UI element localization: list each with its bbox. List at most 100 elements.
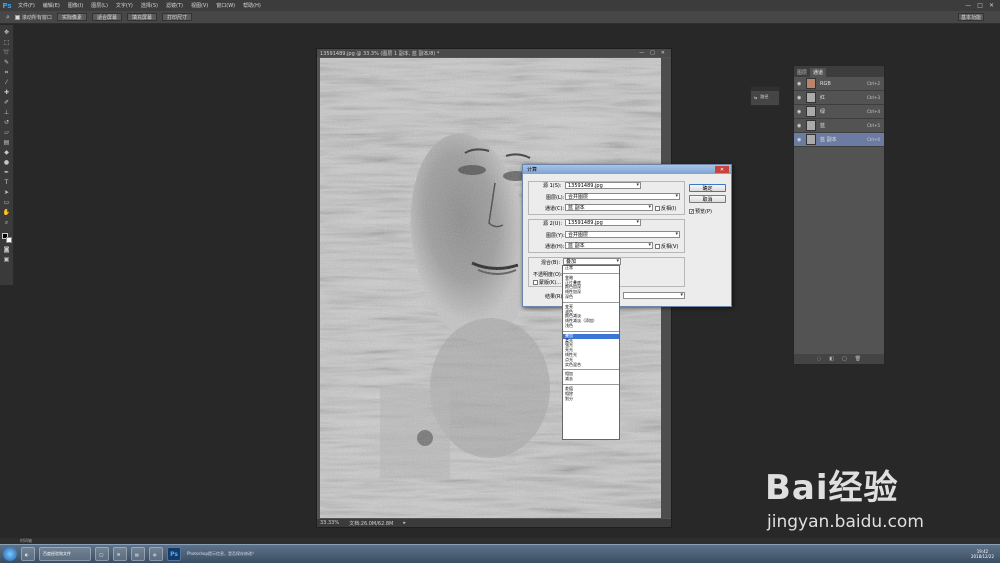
system-clock[interactable]: 19:42 2018/12/22 [971,549,994,559]
preview-checkbox[interactable]: ✓ 预览(P) [689,208,712,215]
dialog-close-button[interactable]: ✕ [715,166,729,173]
blend-mode-select[interactable]: 叠加 [563,258,621,265]
visibility-eye-icon[interactable]: ◉ [797,109,802,115]
crop-tool-icon[interactable]: ⌗ [3,69,11,76]
new-channel-icon[interactable]: ▢ [842,356,847,362]
visibility-eye-icon[interactable]: ◉ [797,81,802,87]
tab-channels[interactable]: 通道 [810,68,827,77]
close-button[interactable]: ✕ [989,2,994,9]
checkbox-box[interactable]: ✓ [689,209,694,215]
delete-channel-icon[interactable]: 🗑 [855,356,861,362]
history-brush-tool-icon[interactable]: ↺ [3,119,11,126]
tab-layers[interactable]: 图层 [794,68,810,77]
eraser-tool-icon[interactable]: ▱ [3,129,11,136]
source1-channel-select[interactable]: 蓝 副本 [565,204,653,211]
menu-edit[interactable]: 编辑(E) [39,2,64,9]
menu-view[interactable]: 视图(V) [187,2,212,9]
menu-help[interactable]: 帮助(H) [239,2,265,9]
start-button[interactable] [3,547,17,561]
source1-layer-select[interactable]: 合并图层 [565,193,680,200]
source1-invert-checkbox[interactable]: 反相(I) [655,205,676,212]
type-tool-icon[interactable]: T [3,179,11,186]
status-arrow-icon[interactable]: ▸ [403,520,406,526]
print-size-button[interactable]: 打印尺寸 [161,13,192,21]
blur-tool-icon[interactable]: ◆ [3,149,11,156]
checkbox-box[interactable] [533,280,538,285]
mask-checkbox[interactable]: 蒙版(K)... [533,279,561,286]
visibility-eye-icon[interactable]: ◉ [797,137,802,143]
blend-option[interactable]: 划分 [563,396,619,402]
document-titlebar[interactable]: 13591489.jpg @ 33.3% (图层 1 副本, 蓝 副本/8) *… [317,49,671,57]
doc-close-button[interactable]: ✕ [661,50,665,56]
channel-row-red[interactable]: ◉ 红 Ctrl+3 [794,91,884,105]
collapsed-paths-panel[interactable]: ⇆ 路径 [750,86,780,106]
source2-layer-select[interactable]: 合并图层 [565,231,680,238]
menu-layer[interactable]: 图层(L) [87,2,112,9]
doc-maximize-button[interactable]: □ [650,50,655,56]
cancel-button[interactable]: 取消 [689,195,726,203]
source2-select[interactable]: 13591489.jpg [565,219,641,226]
lasso-tool-icon[interactable]: ➰ [3,49,11,56]
visibility-eye-icon[interactable]: ◉ [797,123,802,129]
blend-mode-dropdown[interactable]: 正常 变暗 正片叠底 颜色加深 线性加深 深色 变亮 滤色 颜色减淡 线性减淡（… [562,265,620,440]
zoom-tool-icon[interactable]: ⌕ [3,219,11,226]
gradient-tool-icon[interactable]: ▤ [3,139,11,146]
taskbar-window-button[interactable]: 百度经验和文件 [39,547,91,561]
channel-shortcut: Ctrl+5 [866,123,880,128]
ok-button[interactable]: 确定 [689,184,726,192]
menu-image[interactable]: 图像(I) [64,2,87,9]
dialog-titlebar[interactable]: 计算 ✕ [523,165,731,174]
background-color[interactable] [5,237,12,243]
marquee-tool-icon[interactable]: ⬚ [3,39,11,46]
taskbar-photoshop-button[interactable]: Ps [167,547,181,561]
color-swatches[interactable] [1,233,12,243]
fit-screen-button[interactable]: 适合屏幕 [91,13,122,21]
taskbar-app-button[interactable]: ◍ [149,547,163,561]
menu-select[interactable]: 选择(S) [137,2,162,9]
channel-row-blue-copy[interactable]: ◉ 蓝 副本 Ctrl+6 [794,133,884,147]
source2-channel-select[interactable]: 蓝 副本 [565,242,653,249]
path-select-tool-icon[interactable]: ➤ [3,189,11,196]
dodge-tool-icon[interactable]: ● [3,159,11,166]
quick-select-tool-icon[interactable]: ✎ [3,59,11,66]
checkbox-box[interactable] [655,206,660,211]
maximize-button[interactable]: □ [977,2,983,9]
fill-screen-button[interactable]: 填充屏幕 [126,13,157,21]
paths-icon[interactable]: ⇆ [754,95,757,100]
healing-tool-icon[interactable]: ✚ [3,89,11,96]
move-tool-icon[interactable]: ✥ [3,29,11,36]
taskbar-app-button[interactable]: ✉ [113,547,127,561]
channel-row-rgb[interactable]: ◉ RGB Ctrl+2 [794,77,884,91]
actual-pixels-button[interactable]: 实际像素 [56,13,87,21]
workspace-select[interactable]: 基本功能 [958,13,984,21]
hand-tool-icon[interactable]: ✋ [3,209,11,216]
screen-mode-icon[interactable]: ▣ [3,256,11,263]
eyedropper-tool-icon[interactable]: ⁄ [3,79,11,86]
channel-row-green[interactable]: ◉ 绿 Ctrl+4 [794,105,884,119]
taskbar-folder-button[interactable]: ▤ [131,547,145,561]
stamp-tool-icon[interactable]: ⊥ [3,109,11,116]
minimize-button[interactable]: — [965,2,971,9]
checkbox-box[interactable] [655,244,660,249]
doc-minimize-button[interactable]: — [639,50,644,56]
taskbar-app-button[interactable]: ◯ [95,547,109,561]
brush-tool-icon[interactable]: ✐ [3,99,11,106]
source2-invert-checkbox[interactable]: 反相(V) [655,243,678,250]
shape-tool-icon[interactable]: ▭ [3,199,11,206]
menu-file[interactable]: 文件(F) [14,2,39,9]
save-selection-icon[interactable]: ◧ [829,356,834,362]
scroll-all-windows-checkbox[interactable]: 滚动所有窗口 [14,14,52,21]
channel-row-blue[interactable]: ◉ 蓝 Ctrl+5 [794,119,884,133]
source1-select[interactable]: 13591489.jpg [565,182,641,189]
menu-window[interactable]: 窗口(W) [212,2,239,9]
load-selection-icon[interactable]: ◌ [817,356,821,362]
checkbox-box[interactable] [14,14,20,20]
menu-type[interactable]: 文字(Y) [112,2,137,9]
menu-filter[interactable]: 滤镜(T) [162,2,187,9]
visibility-eye-icon[interactable]: ◉ [797,95,802,101]
result-select[interactable] [623,292,685,299]
zoom-level[interactable]: 33.33% [320,520,339,526]
pen-tool-icon[interactable]: ✒ [3,169,11,176]
taskbar-browser-button[interactable]: ◐ [21,547,35,561]
quick-mask-icon[interactable]: ◙ [3,246,11,253]
